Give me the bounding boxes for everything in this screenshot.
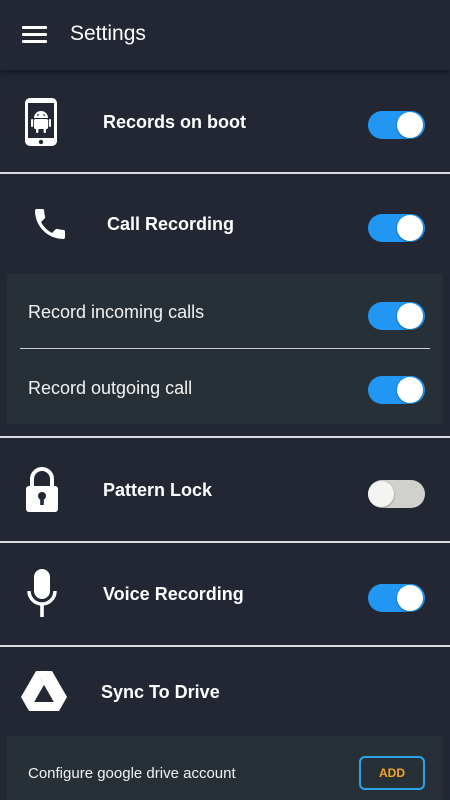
record-outgoing-toggle[interactable] [368, 376, 425, 404]
call-recording-toggle[interactable] [368, 214, 425, 242]
pattern-lock-toggle[interactable] [368, 480, 425, 508]
call-recording-label: Call Recording [107, 214, 235, 234]
divider [0, 541, 450, 543]
sub-divider [20, 348, 430, 349]
divider [0, 645, 450, 647]
voice-recording-toggle[interactable] [368, 584, 425, 612]
voice-recording-label: Voice Recording [103, 584, 244, 604]
records-on-boot-label: Records on boot [103, 112, 246, 132]
divider [0, 172, 450, 174]
record-outgoing-label: Record outgoing call [28, 378, 193, 398]
record-incoming-label: Record incoming calls [28, 302, 205, 322]
padlock-icon [24, 466, 60, 519]
app-bar: Settings [0, 0, 450, 70]
records-on-boot-toggle[interactable] [368, 111, 425, 139]
android-phone-icon [24, 97, 58, 152]
page-title: Settings [70, 22, 146, 45]
sync-to-drive-label: Sync To Drive [101, 682, 220, 702]
configure-drive-label: Configure google drive account [28, 765, 236, 782]
add-drive-account-button[interactable]: ADD [359, 756, 425, 790]
record-incoming-toggle[interactable] [368, 302, 425, 330]
phone-icon [30, 204, 70, 249]
menu-icon[interactable] [22, 26, 47, 44]
pattern-lock-label: Pattern Lock [103, 480, 213, 500]
divider [0, 436, 450, 438]
call-options-panel: Record incoming calls Record outgoing ca… [7, 274, 442, 424]
microphone-icon [26, 567, 58, 624]
google-drive-icon [20, 670, 68, 717]
